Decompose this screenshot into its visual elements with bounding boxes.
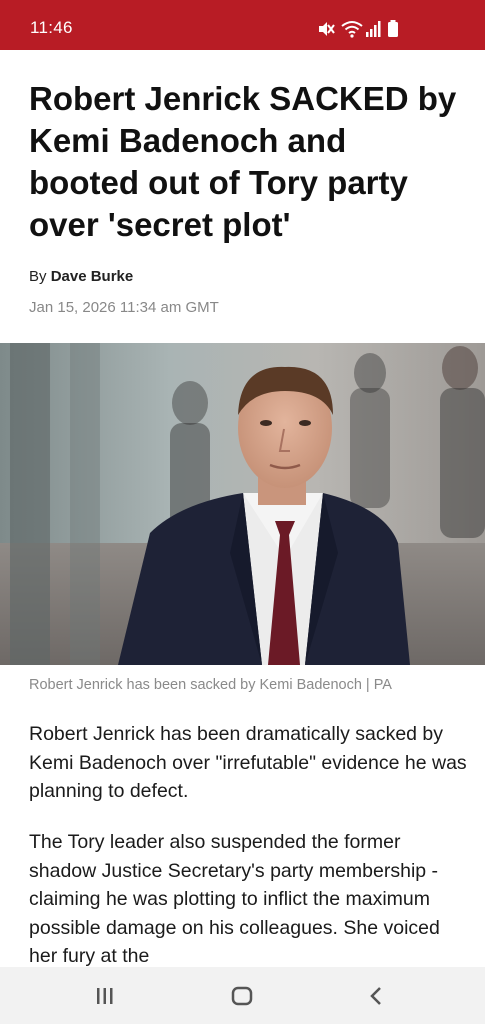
recent-apps-button[interactable] [90,985,120,1007]
status-icons [317,20,407,40]
mute-icon [319,22,335,36]
back-icon [370,987,381,1005]
wifi-icon [341,21,363,38]
recent-apps-icon [97,988,113,1004]
author-link[interactable]: Dave Burke [51,268,134,285]
hero-image [0,343,485,665]
home-icon [231,986,253,1006]
status-time: 11:46 [30,18,73,37]
publish-date: Jan 15, 2026 11:34 am GMT [29,299,219,316]
byline-prefix: By [29,268,47,285]
byline: By Dave Burke [29,268,133,285]
navigation-bar [0,967,485,1024]
status-bar: 11:46 [0,0,485,50]
article-paragraph: Robert Jenrick has been dramatically sac… [29,723,467,802]
back-button[interactable] [362,985,392,1007]
battery-icon [388,20,398,37]
article-paragraph: The Tory leader also suspended the forme… [29,831,440,967]
article-headline: Robert Jenrick SACKED by Kemi Badenoch a… [29,80,457,243]
image-caption: Robert Jenrick has been sacked by Kemi B… [29,677,392,693]
signal-icon [366,21,381,37]
hero-photo-illustration [0,343,485,665]
home-button[interactable] [227,985,257,1007]
article-header: Robert Jenrick SACKED by Kemi Badenoch a… [29,78,459,246]
